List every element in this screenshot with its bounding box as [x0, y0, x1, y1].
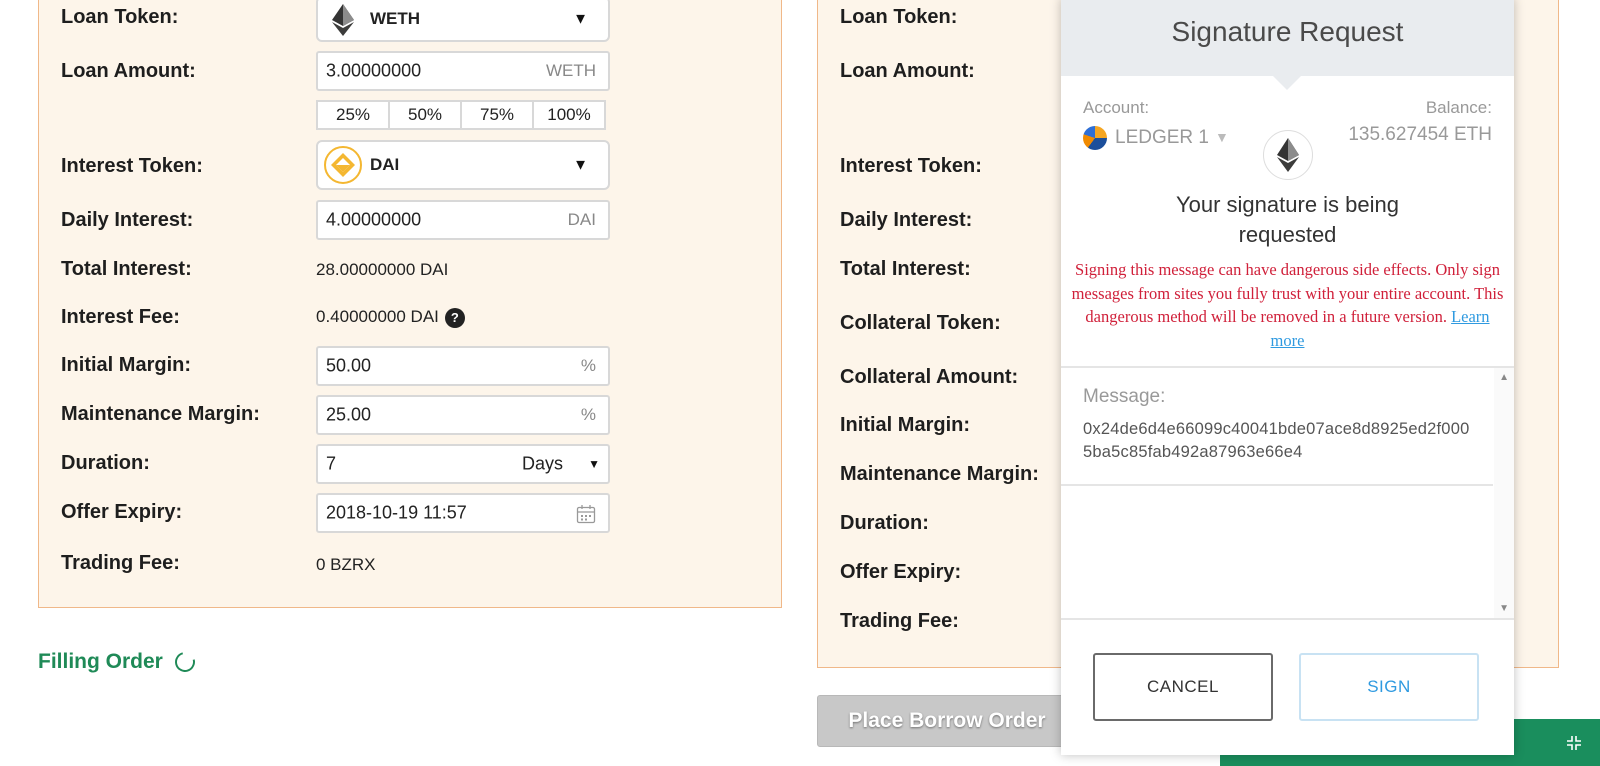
loan-amount-label: Loan Amount:: [61, 60, 196, 82]
popup-header: Signature Request: [1061, 0, 1514, 76]
signature-warning-text: Signing this message can have dangerous …: [1071, 260, 1504, 326]
filling-order-label: Filling Order: [38, 650, 163, 673]
summary-duration-label: Duration:: [840, 512, 929, 534]
trading-fee-value: 0 BZRX: [316, 555, 376, 574]
offer-expiry-value: 2018-10-19 11:57: [326, 502, 467, 523]
duration-value: 7: [326, 453, 337, 474]
offer-expiry-label: Offer Expiry:: [61, 501, 183, 523]
dai-icon: [324, 146, 362, 184]
balance-label: Balance:: [1425, 98, 1492, 117]
summary-daily-interest-label: Daily Interest:: [840, 209, 973, 231]
daily-interest-label: Daily Interest:: [61, 209, 194, 231]
calendar-icon[interactable]: [576, 504, 596, 524]
summary-maintenance-margin-label: Maintenance Margin:: [840, 463, 1039, 485]
loan-token-select[interactable]: WETH ▼: [316, 0, 610, 42]
summary-initial-margin-label: Initial Margin:: [840, 414, 970, 436]
chevron-down-icon: ▼: [573, 156, 588, 174]
loan-amount-percent-buttons: 25% 50% 75% 100%: [316, 100, 606, 130]
message-value: 0x24de6d4e66099c40041bde07ace8d8925ed2f0…: [1083, 420, 1470, 461]
loan-amount-value: 3.00000000: [326, 60, 422, 81]
percent-50-button[interactable]: 50%: [388, 100, 462, 130]
interest-fee-value: 0.40000000 DAI: [316, 307, 439, 326]
maintenance-margin-input[interactable]: 25.00 %: [316, 395, 610, 435]
interest-token-select[interactable]: DAI ▼: [316, 140, 610, 190]
ethereum-icon: [1263, 130, 1313, 180]
balance-value: 135.627454 ETH: [1348, 124, 1492, 145]
loading-spinner-icon: [171, 648, 199, 676]
message-divider: [1061, 484, 1493, 486]
account-name[interactable]: LEDGER 1: [1115, 127, 1209, 149]
summary-loan-token-label: Loan Token:: [840, 6, 958, 28]
help-icon[interactable]: ?: [444, 307, 465, 328]
interest-fee-label: Interest Fee:: [61, 306, 180, 328]
chevron-down-icon[interactable]: ▼: [1215, 129, 1229, 145]
interest-fee-row: 0.40000000 DAI?: [316, 307, 465, 328]
total-interest-value: 28.00000000 DAI: [316, 260, 449, 279]
message-scrollbar[interactable]: ▲ ▼: [1494, 368, 1514, 618]
cancel-button[interactable]: CANCEL: [1093, 653, 1273, 721]
trading-fee-label: Trading Fee:: [61, 552, 180, 574]
initial-margin-label: Initial Margin:: [61, 354, 191, 376]
percent-75-button[interactable]: 75%: [460, 100, 534, 130]
scroll-up-icon[interactable]: ▲: [1499, 372, 1509, 383]
interest-token-value: DAI: [370, 155, 400, 174]
maintenance-margin-label: Maintenance Margin:: [61, 403, 260, 425]
loan-token-label: Loan Token:: [61, 6, 179, 28]
duration-input[interactable]: 7 Days ▼: [316, 444, 610, 484]
signature-request-popup: Signature Request Account: LEDGER 1 ▼ Ba…: [1061, 0, 1514, 755]
total-interest-label: Total Interest:: [61, 258, 192, 280]
place-borrow-order-button[interactable]: Place Borrow Order: [817, 695, 1077, 747]
maintenance-margin-value: 25.00: [326, 404, 372, 425]
duration-unit-select[interactable]: Days: [522, 454, 563, 475]
loan-amount-input[interactable]: 3.00000000 WETH: [316, 51, 610, 91]
popup-title: Signature Request: [1171, 16, 1404, 47]
summary-total-interest-label: Total Interest:: [840, 258, 971, 280]
message-section[interactable]: Message: 0x24de6d4e66099c40041bde07ace8d…: [1061, 366, 1514, 620]
percent-100-button[interactable]: 100%: [532, 100, 606, 130]
summary-interest-token-label: Interest Token:: [840, 155, 982, 177]
chevron-down-icon: ▼: [588, 457, 600, 471]
popup-header-notch: [1273, 76, 1301, 90]
filling-order-status: Filling Order: [38, 648, 199, 676]
initial-margin-unit: %: [580, 356, 596, 375]
interest-token-label: Interest Token:: [61, 155, 203, 177]
duration-label: Duration:: [61, 452, 150, 474]
loan-amount-unit: WETH: [545, 61, 596, 80]
chevron-down-icon: ▼: [573, 10, 588, 28]
scroll-down-icon[interactable]: ▼: [1499, 603, 1509, 614]
daily-interest-unit: DAI: [567, 210, 596, 229]
summary-trading-fee-label: Trading Fee:: [840, 610, 959, 632]
initial-margin-input[interactable]: 50.00 %: [316, 346, 610, 386]
daily-interest-input[interactable]: 4.00000000 DAI: [316, 200, 610, 240]
percent-25-button[interactable]: 25%: [316, 100, 390, 130]
summary-offer-expiry-label: Offer Expiry:: [840, 561, 962, 583]
maintenance-margin-unit: %: [580, 405, 596, 424]
summary-collateral-token-label: Collateral Token:: [840, 312, 1001, 334]
account-avatar: [1083, 126, 1107, 150]
daily-interest-value: 4.00000000: [326, 209, 422, 230]
offer-expiry-input[interactable]: 2018-10-19 11:57: [316, 493, 610, 533]
account-label: Account:: [1083, 98, 1150, 117]
signature-heading: Your signature is being requested: [1175, 192, 1399, 247]
sign-button[interactable]: SIGN: [1299, 653, 1479, 721]
summary-loan-amount-label: Loan Amount:: [840, 60, 975, 82]
ethereum-icon: [332, 4, 354, 36]
message-label: Message:: [1083, 386, 1166, 407]
signature-warning: Signing this message can have dangerous …: [1069, 258, 1506, 352]
loan-token-value: WETH: [370, 9, 421, 28]
initial-margin-value: 50.00: [326, 355, 372, 376]
summary-collateral-amount-label: Collateral Amount:: [840, 366, 1019, 388]
minimize-icon[interactable]: [1564, 733, 1584, 753]
